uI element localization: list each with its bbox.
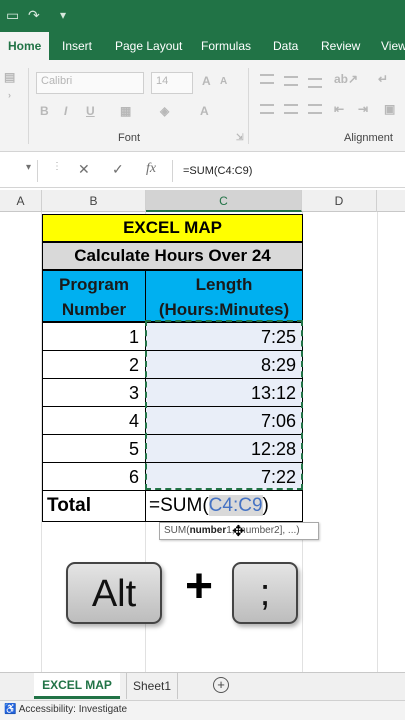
header-b-line1: Program: [59, 275, 129, 294]
column-header-c[interactable]: C: [146, 190, 302, 212]
alt-key-label: Alt: [91, 573, 137, 615]
align-left-icon[interactable]: [260, 104, 274, 114]
save-icon[interactable]: ▭: [6, 7, 19, 24]
ribbon-separator: [28, 68, 29, 144]
header-b-line2: Number: [61, 300, 127, 319]
font-name-box[interactable]: Calibri: [36, 72, 144, 94]
program-number-cell[interactable]: 1: [42, 322, 146, 351]
program-number-cell[interactable]: 4: [42, 406, 146, 435]
gridline: [377, 212, 378, 672]
tooltip-prefix: SUM(: [164, 525, 190, 536]
confirm-entry-icon[interactable]: ✓: [112, 161, 124, 178]
sheet-tab-sheet1[interactable]: Sheet1: [126, 673, 178, 699]
program-number-cell[interactable]: 2: [42, 350, 146, 379]
program-number-cell[interactable]: 3: [42, 378, 146, 407]
sheet-tab-bar: EXCEL MAP Sheet1 +: [0, 672, 405, 700]
insert-function-icon[interactable]: fx: [146, 161, 156, 177]
header-c-line2: (Hours:Minutes): [158, 300, 290, 319]
accessibility-icon[interactable]: ♿: [4, 704, 16, 715]
program-number-header[interactable]: Program Number: [42, 270, 146, 322]
wrap-text-icon[interactable]: ↵: [378, 72, 388, 86]
tooltip-current-argument[interactable]: number: [190, 525, 227, 536]
semicolon-key: ;: [232, 562, 298, 624]
underline-icon[interactable]: U: [86, 104, 95, 118]
formula-prefix: =SUM(: [149, 495, 209, 516]
formula-input[interactable]: =SUM(C4:C9): [172, 160, 405, 182]
ribbon-separator: [248, 68, 249, 144]
align-right-icon[interactable]: [308, 104, 322, 114]
align-center-icon[interactable]: [284, 104, 298, 114]
formula-suffix: ): [262, 495, 269, 516]
ribbon-body: ▤ › Calibri 14 A A B I U ▦ ◈ A Font ⇲ ab…: [0, 60, 405, 152]
worksheet-grid[interactable]: EXCEL MAP Calculate Hours Over 24 Progra…: [0, 212, 405, 672]
font-color-icon[interactable]: A: [200, 104, 209, 118]
tab-data[interactable]: Data: [273, 32, 298, 60]
redo-icon[interactable]: ↷: [28, 7, 40, 24]
italic-icon[interactable]: I: [64, 104, 67, 118]
semicolon-key-label: ;: [259, 572, 271, 614]
sheet-tab-excel-map[interactable]: EXCEL MAP: [34, 673, 120, 699]
length-cell[interactable]: 13:12: [145, 378, 303, 407]
font-name-value: Calibri: [41, 75, 73, 87]
tab-insert[interactable]: Insert: [62, 32, 92, 60]
align-middle-icon[interactable]: [284, 76, 298, 86]
font-group-label: Font: [118, 132, 141, 144]
borders-icon[interactable]: ▦: [120, 104, 131, 118]
formula-bar: ▾ ⋮ ✕ ✓ fx =SUM(C4:C9): [0, 152, 405, 188]
increase-indent-icon[interactable]: ⇥: [358, 102, 368, 116]
tab-home[interactable]: Home: [0, 32, 50, 60]
bold-icon[interactable]: B: [40, 104, 49, 118]
length-cell[interactable]: 12:28: [145, 434, 303, 463]
move-cursor-icon: ✥: [232, 523, 245, 540]
header-c-line1: Length: [195, 275, 253, 294]
name-box-dropdown-icon[interactable]: ▾: [26, 162, 31, 173]
alt-key: Alt: [66, 562, 162, 624]
decrease-font-icon[interactable]: A: [220, 76, 227, 87]
customize-qat-icon[interactable]: ▾: [60, 8, 66, 22]
tab-view[interactable]: View: [381, 32, 405, 60]
add-sheet-icon[interactable]: +: [213, 677, 229, 693]
column-headers: A B C D: [0, 190, 405, 212]
column-header-b[interactable]: B: [42, 190, 146, 212]
ribbon-tabs: Home Insert Page Layout Formulas Data Re…: [0, 32, 405, 60]
font-size-value: 14: [156, 75, 169, 87]
alignment-group-label: Alignment: [344, 132, 393, 144]
name-box[interactable]: [0, 160, 38, 182]
clipboard-icon[interactable]: ▤: [4, 70, 15, 84]
column-header-a[interactable]: A: [0, 190, 42, 212]
tab-formulas[interactable]: Formulas: [201, 32, 251, 60]
program-number-cell[interactable]: 5: [42, 434, 146, 463]
merge-center-icon[interactable]: ▣: [384, 102, 395, 116]
clipboard-expand-icon[interactable]: ›: [8, 90, 11, 100]
status-bar: ♿ Accessibility: Investigate: [0, 700, 405, 720]
fill-color-icon[interactable]: ◈: [160, 104, 169, 118]
tab-review[interactable]: Review: [321, 32, 360, 60]
cancel-entry-icon[interactable]: ✕: [78, 161, 90, 178]
orientation-icon[interactable]: ab↗: [334, 72, 358, 86]
column-header-d[interactable]: D: [302, 190, 377, 212]
length-cell[interactable]: 7:25: [145, 322, 303, 351]
formula-bar-grip-icon: ⋮: [52, 161, 62, 172]
tab-page-layout[interactable]: Page Layout: [115, 32, 182, 60]
length-cell[interactable]: 7:06: [145, 406, 303, 435]
total-formula-cell[interactable]: =SUM(C4:C9): [145, 490, 303, 522]
length-cell[interactable]: 7:22: [145, 462, 303, 491]
plus-sign: +: [184, 560, 214, 613]
title-cell[interactable]: EXCEL MAP: [42, 214, 303, 242]
total-label-cell[interactable]: Total: [42, 490, 146, 522]
program-number-cell[interactable]: 6: [42, 462, 146, 491]
quick-access-toolbar: ▭ ↷ ▾: [0, 0, 405, 32]
align-bottom-icon[interactable]: [308, 78, 322, 88]
subtitle-cell[interactable]: Calculate Hours Over 24: [42, 242, 303, 270]
length-header[interactable]: Length (Hours:Minutes): [145, 270, 303, 322]
increase-font-icon[interactable]: A: [202, 74, 211, 88]
decrease-indent-icon[interactable]: ⇤: [334, 102, 344, 116]
formula-range-reference: C4:C9: [208, 495, 263, 516]
length-cell[interactable]: 8:29: [145, 350, 303, 379]
font-dialog-launcher-icon[interactable]: ⇲: [236, 132, 244, 143]
accessibility-status[interactable]: Accessibility: Investigate: [19, 704, 127, 715]
font-size-box[interactable]: 14: [151, 72, 193, 94]
align-top-icon[interactable]: [260, 74, 274, 84]
